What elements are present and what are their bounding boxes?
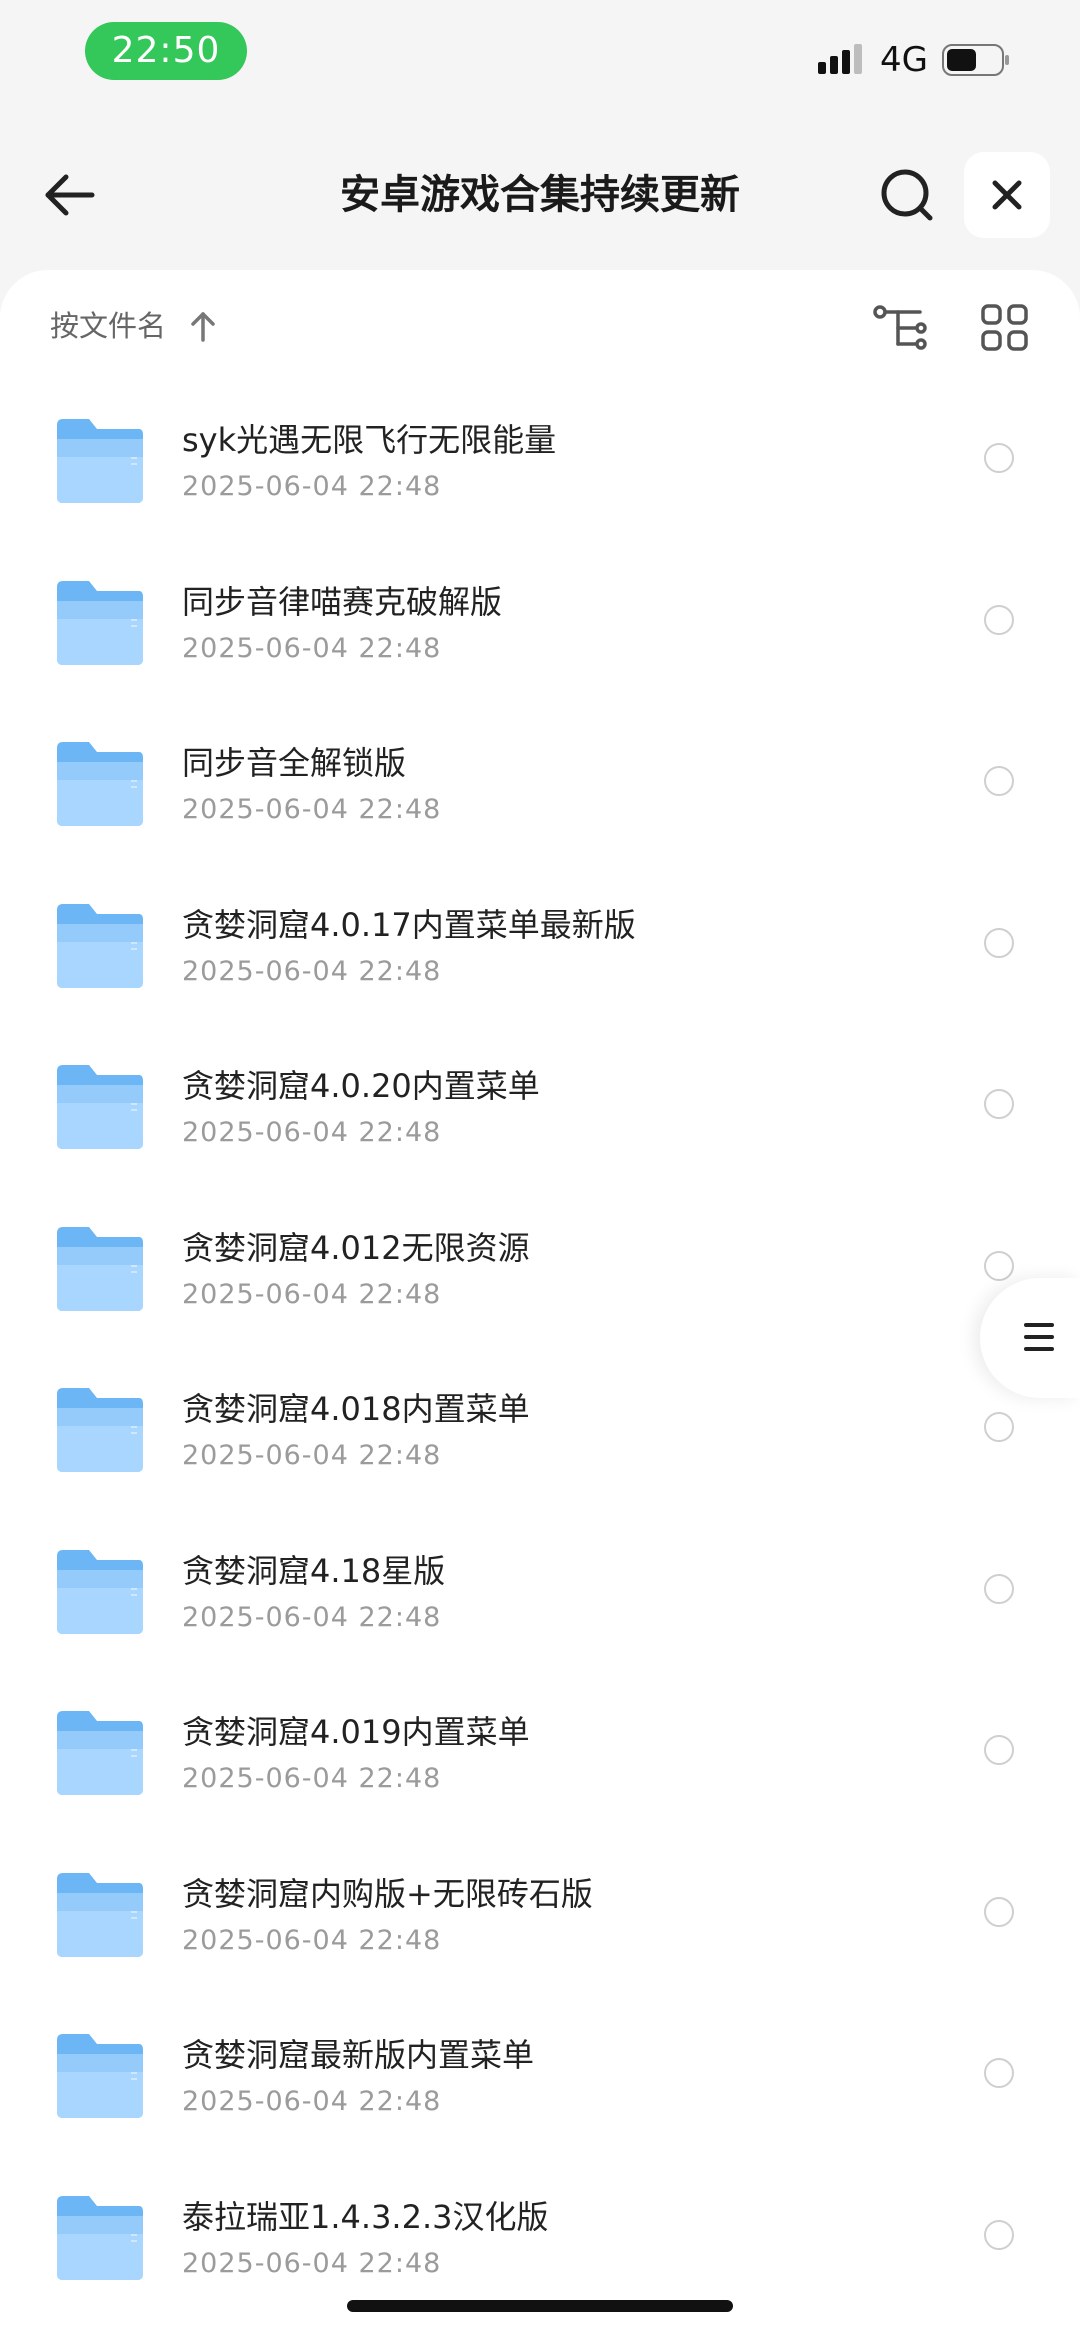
folder-icon (57, 1226, 143, 1311)
folder-icon (57, 1065, 143, 1149)
list-item[interactable]: 同步音律喵赛克破解版 2025-06-04 22:48 (0, 547, 1080, 709)
folder-icon (57, 1388, 143, 1472)
select-radio[interactable] (984, 1896, 1014, 1927)
select-radio[interactable] (984, 1573, 1014, 1604)
select-radio[interactable] (984, 1735, 1014, 1765)
file-name: syk光遇无限飞行无限能量 (182, 421, 557, 459)
file-name: 贪婪洞窟4.0.20内置菜单 (182, 1067, 540, 1105)
list-item[interactable]: 泰拉瑞亚1.4.3.2.3汉化版 2025-06-04 22:48 (0, 2162, 1080, 2324)
select-radio[interactable] (984, 1250, 1014, 1281)
file-sheet: 按文件名 syk光遇无限飞行无限能量 2025-06-04 22:48 同步音律… (0, 270, 1080, 2337)
file-date: 2025-06-04 22:48 (182, 1117, 442, 1148)
select-radio[interactable] (984, 1412, 1014, 1442)
folder-icon (57, 2034, 143, 2118)
list-item[interactable]: 贪婪洞窟4.018内置菜单 2025-06-04 22:48 (0, 1354, 1080, 1516)
list-item[interactable]: 贪婪洞窟4.0.20内置菜单 2025-06-04 22:48 (0, 1031, 1080, 1193)
list-item[interactable]: 同步音全解锁版 2025-06-04 22:48 (0, 708, 1080, 870)
file-list: syk光遇无限飞行无限能量 2025-06-04 22:48 同步音律喵赛克破解… (0, 385, 1080, 2323)
close-button[interactable] (964, 152, 1050, 238)
file-name: 贪婪洞窟内购版+无限砖石版 (182, 1874, 593, 1913)
folder-icon (57, 742, 143, 826)
folder-icon (57, 1711, 143, 1795)
sort-label[interactable]: 按文件名 (50, 306, 166, 346)
file-name: 同步音全解锁版 (182, 744, 407, 782)
file-date: 2025-06-04 22:48 (182, 955, 442, 987)
file-name: 贪婪洞窟4.18星版 (182, 1551, 446, 1590)
sort-arrow-up-icon[interactable] (186, 308, 220, 344)
list-item[interactable]: 贪婪洞窟4.18星版 2025-06-04 22:48 (0, 1516, 1080, 1678)
folder-icon (57, 580, 143, 665)
file-date: 2025-06-04 22:48 (182, 1763, 442, 1794)
file-date: 2025-06-04 22:48 (182, 471, 442, 502)
file-name: 贪婪洞窟4.019内置菜单 (182, 1713, 530, 1751)
grid-view-icon[interactable] (980, 303, 1030, 353)
folder-icon (57, 1872, 143, 1957)
list-item[interactable]: 贪婪洞窟4.0.17内置菜单最新版 2025-06-04 22:48 (0, 870, 1080, 1032)
battery-icon (942, 44, 1009, 76)
select-radio[interactable] (984, 2058, 1014, 2088)
folder-icon (57, 2195, 143, 2280)
select-radio[interactable] (984, 604, 1014, 635)
select-radio[interactable] (984, 2219, 1014, 2250)
file-date: 2025-06-04 22:48 (182, 2247, 442, 2279)
file-date: 2025-06-04 22:48 (182, 1278, 442, 1310)
file-date: 2025-06-04 22:48 (182, 2086, 442, 2117)
file-name: 贪婪洞窟4.0.17内置菜单最新版 (182, 905, 636, 944)
close-icon (992, 180, 1022, 210)
file-date: 2025-06-04 22:48 (182, 1924, 442, 1956)
signal-icon (818, 44, 862, 74)
file-name: 贪婪洞窟4.012无限资源 (182, 1228, 530, 1267)
header: 安卓游戏合集持续更新 (0, 140, 1080, 250)
list-item[interactable]: 贪婪洞窟4.019内置菜单 2025-06-04 22:48 (0, 1677, 1080, 1839)
list-item[interactable]: 贪婪洞窟最新版内置菜单 2025-06-04 22:48 (0, 2000, 1080, 2162)
file-date: 2025-06-04 22:48 (182, 632, 442, 664)
file-name: 贪婪洞窟4.018内置菜单 (182, 1390, 530, 1428)
file-name: 贪婪洞窟最新版内置菜单 (182, 2036, 535, 2074)
file-name: 同步音律喵赛克破解版 (182, 582, 503, 621)
select-radio[interactable] (984, 443, 1014, 473)
tree-view-icon[interactable] (872, 302, 928, 354)
folder-icon (57, 903, 143, 988)
list-item[interactable]: syk光遇无限飞行无限能量 2025-06-04 22:48 (0, 385, 1080, 547)
network-type: 4G (880, 40, 928, 80)
search-icon[interactable] (872, 160, 942, 230)
select-radio[interactable] (984, 766, 1014, 796)
menu-icon (1024, 1323, 1054, 1351)
list-item[interactable]: 贪婪洞窟4.012无限资源 2025-06-04 22:48 (0, 1193, 1080, 1355)
folder-icon (57, 419, 143, 503)
select-radio[interactable] (984, 927, 1014, 958)
file-date: 2025-06-04 22:48 (182, 1601, 442, 1633)
status-bar: 22:50 4G (0, 0, 1080, 110)
select-radio[interactable] (984, 1089, 1014, 1119)
file-name: 泰拉瑞亚1.4.3.2.3汉化版 (182, 2197, 549, 2236)
file-date: 2025-06-04 22:48 (182, 794, 442, 825)
arrow-left-icon[interactable] (30, 160, 110, 230)
page-title: 安卓游戏合集持续更新 (340, 172, 740, 218)
list-item[interactable]: 贪婪洞窟内购版+无限砖石版 2025-06-04 22:48 (0, 1839, 1080, 2001)
sort-bar: 按文件名 (0, 270, 1080, 385)
folder-icon (57, 1549, 143, 1634)
home-indicator[interactable] (347, 2300, 733, 2312)
status-time: 22:50 (85, 22, 247, 80)
file-date: 2025-06-04 22:48 (182, 1440, 442, 1471)
